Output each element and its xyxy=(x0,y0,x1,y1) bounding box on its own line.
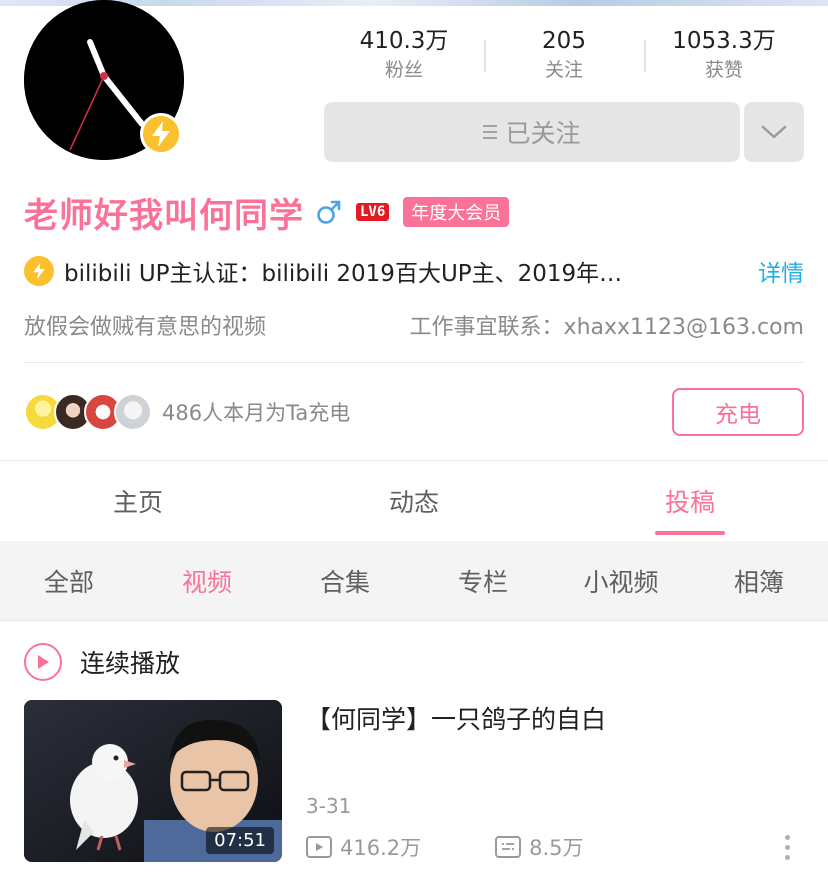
lightning-icon xyxy=(24,256,54,286)
verified-lightning-icon xyxy=(140,113,182,155)
subtab-videos[interactable]: 视频 xyxy=(138,541,276,620)
play-count: 416.2万 xyxy=(306,832,421,862)
details-link[interactable]: 详情 xyxy=(758,254,804,288)
play-circle-icon xyxy=(24,643,62,681)
main-tabs: 主页 动态 投稿 xyxy=(0,461,828,541)
following-label: 已关注 xyxy=(505,119,581,148)
continuous-play-label: 连续播放 xyxy=(80,649,181,678)
divider xyxy=(24,362,804,363)
level-badge: LV6 xyxy=(356,203,390,221)
more-vertical-icon[interactable] xyxy=(785,834,796,860)
danmaku-count-value: 8.5万 xyxy=(529,836,584,860)
stat-likes[interactable]: 1053.3万 获赞 xyxy=(644,26,804,86)
subtab-collections[interactable]: 合集 xyxy=(276,541,414,620)
sub-tabs: 全部 视频 合集 专栏 小视频 相簿 xyxy=(0,541,828,621)
stat-label: 获赞 xyxy=(704,59,743,81)
contact-text: 工作事宜联系：xhaxx1123@163.com xyxy=(409,315,804,340)
danmaku-count: 8.5万 xyxy=(495,832,584,862)
profile-stats: 410.3万 粉丝 205 关注 1053.3万 获赞 xyxy=(324,26,804,86)
video-thumbnail[interactable]: 07:51 xyxy=(24,700,282,862)
certification-text: bilibili UP主认证：bilibili 2019百大UP主、2019年… xyxy=(64,261,623,287)
name-row: 老师好我叫何同学 LV6 年度大会员 xyxy=(24,188,510,236)
stat-label: 关注 xyxy=(544,59,583,81)
video-item[interactable]: 07:51 【何同学】一只鸽子的自白 3-31 416.2万 8.5万 xyxy=(24,700,804,862)
play-count-value: 416.2万 xyxy=(340,836,422,860)
stat-following[interactable]: 205 关注 xyxy=(484,26,644,86)
subtab-articles[interactable]: 专栏 xyxy=(414,541,552,620)
play-count-icon xyxy=(306,836,332,858)
video-duration: 07:51 xyxy=(206,827,274,854)
tab-activity[interactable]: 动态 xyxy=(276,461,552,541)
signature-text: 放假会做贼有意思的视频 xyxy=(24,315,267,340)
vip-badge[interactable]: 年度大会员 xyxy=(403,197,510,227)
subtab-short-videos[interactable]: 小视频 xyxy=(552,541,690,620)
charge-button[interactable]: 充电 xyxy=(672,388,804,436)
stat-fans[interactable]: 410.3万 粉丝 xyxy=(324,26,484,86)
stat-value: 410.3万 xyxy=(359,28,449,54)
subtab-albums[interactable]: 相簿 xyxy=(690,541,828,620)
chevron-down-icon xyxy=(761,125,787,139)
following-button[interactable]: 已关注 xyxy=(324,102,740,162)
menu-lines-icon xyxy=(483,125,498,139)
video-meta: 416.2万 8.5万 xyxy=(306,832,796,862)
video-date: 3-31 xyxy=(306,794,352,818)
charger-avatar xyxy=(114,393,152,431)
continuous-play-button[interactable]: 连续播放 xyxy=(24,640,180,684)
signature-row: 放假会做贼有意思的视频 工作事宜联系：xhaxx1123@163.com xyxy=(24,306,804,344)
charge-count-text: 486人本月为Ta充电 xyxy=(162,401,351,425)
male-icon xyxy=(317,200,341,224)
danmaku-icon xyxy=(495,836,522,858)
stat-label: 粉丝 xyxy=(384,59,423,81)
tab-home[interactable]: 主页 xyxy=(0,461,276,541)
follow-dropdown-button[interactable] xyxy=(744,102,804,162)
tab-uploads[interactable]: 投稿 xyxy=(552,461,828,541)
user-name: 老师好我叫何同学 xyxy=(24,195,304,236)
stat-value: 205 xyxy=(542,28,586,54)
charger-avatars[interactable] xyxy=(24,393,152,431)
certification-row: bilibili UP主认证：bilibili 2019百大UP主、2019年…… xyxy=(24,252,804,290)
stat-value: 1053.3万 xyxy=(672,28,776,54)
charge-row: 486人本月为Ta充电 充电 xyxy=(24,388,804,436)
video-title[interactable]: 【何同学】一只鸽子的自白 xyxy=(306,700,606,736)
subtab-all[interactable]: 全部 xyxy=(0,541,138,620)
